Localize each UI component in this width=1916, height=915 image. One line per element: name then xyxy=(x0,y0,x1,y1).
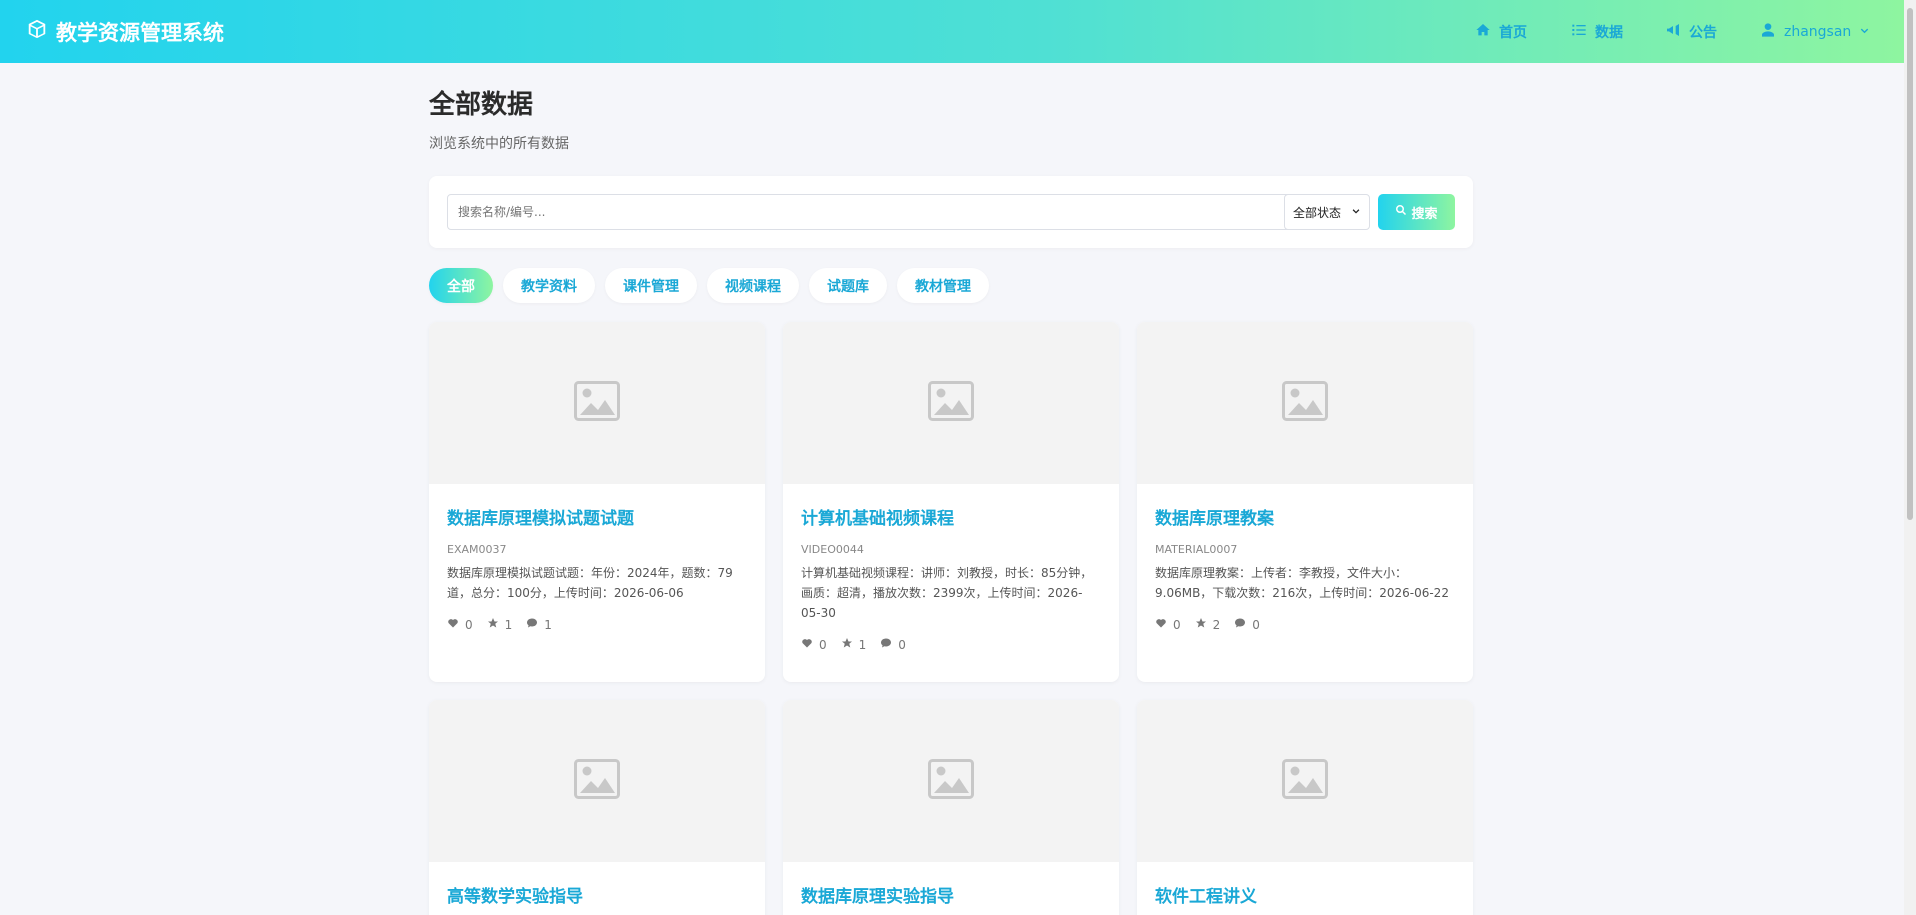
heart-icon xyxy=(801,637,813,652)
nav-home-label: 首页 xyxy=(1499,24,1527,41)
favorite-stat[interactable]: 1 xyxy=(487,617,513,632)
card-code: EXAM0037 xyxy=(447,543,507,556)
card-description: 数据库原理教案：上传者：李教授，文件大小：9.06MB，下载次数：216次，上传… xyxy=(1155,566,1449,600)
card-image-placeholder xyxy=(429,700,765,862)
comment-icon xyxy=(1234,617,1246,632)
image-icon xyxy=(928,759,974,803)
category-tabs: 全部 教学资料 课件管理 视频课程 试题库 教材管理 xyxy=(429,268,989,303)
page-scrollbar[interactable] xyxy=(1904,0,1916,915)
comment-icon xyxy=(880,637,892,652)
image-icon xyxy=(574,759,620,803)
heart-icon xyxy=(1155,617,1167,632)
resource-card[interactable]: 软件工程讲义 xyxy=(1137,700,1473,915)
favorite-stat[interactable]: 2 xyxy=(1195,617,1221,632)
image-icon xyxy=(574,381,620,425)
brand[interactable]: 教学资源管理系统 xyxy=(26,0,224,63)
image-icon xyxy=(1282,759,1328,803)
image-icon xyxy=(928,381,974,425)
resource-card[interactable]: 高等数学实验指导 xyxy=(429,700,765,915)
resource-card[interactable]: 数据库原理教案 MATERIAL0007 数据库原理教案：上传者：李教授，文件大… xyxy=(1137,322,1473,682)
card-image-placeholder xyxy=(1137,322,1473,484)
card-stats: 0 1 0 xyxy=(801,637,1101,652)
like-stat[interactable]: 0 xyxy=(801,637,827,652)
status-select-value: 全部状态 xyxy=(1293,205,1342,220)
card-image-placeholder xyxy=(783,700,1119,862)
card-description: 计算机基础视频课程：讲师：刘教授，时长：85分钟，画质：超清，播放次数：2399… xyxy=(801,566,1093,620)
heart-icon xyxy=(447,617,459,632)
image-icon xyxy=(1282,381,1328,425)
favorite-stat[interactable]: 1 xyxy=(841,637,867,652)
nav-home[interactable]: 首页 xyxy=(1475,22,1527,42)
chevron-down-icon xyxy=(1351,205,1361,219)
card-description: 数据库原理模拟试题试题：年份：2024年，题数：79道，总分：100分，上传时间… xyxy=(447,566,733,600)
scrollbar-thumb[interactable] xyxy=(1907,8,1913,520)
category-tab-courseware[interactable]: 课件管理 xyxy=(605,268,697,303)
favorite-count: 1 xyxy=(858,637,867,652)
page-subtitle: 浏览系统中的所有数据 xyxy=(429,136,569,152)
list-icon xyxy=(1571,22,1587,42)
card-code: MATERIAL0007 xyxy=(1155,543,1238,556)
like-count: 0 xyxy=(465,617,473,632)
comment-count: 1 xyxy=(544,617,552,632)
user-menu[interactable]: zhangsan xyxy=(1760,22,1870,42)
comment-icon xyxy=(526,617,538,632)
favorite-count: 2 xyxy=(1212,617,1221,632)
cube-icon xyxy=(26,18,48,45)
favorite-count: 1 xyxy=(504,617,513,632)
comment-count: 0 xyxy=(1252,617,1260,632)
card-title[interactable]: 高等数学实验指导 xyxy=(447,882,747,907)
card-title[interactable]: 数据库原理教案 xyxy=(1155,504,1455,529)
like-stat[interactable]: 0 xyxy=(1155,617,1181,632)
card-title[interactable]: 数据库原理实验指导 xyxy=(801,882,1101,907)
search-icon xyxy=(1395,204,1407,220)
page-title: 全部数据 xyxy=(429,90,534,120)
card-image-placeholder xyxy=(783,322,1119,484)
category-tab-textbooks[interactable]: 教材管理 xyxy=(897,268,989,303)
nav-notice[interactable]: 公告 xyxy=(1665,22,1717,42)
chevron-down-icon xyxy=(1859,24,1870,40)
comment-stat[interactable]: 0 xyxy=(880,637,906,652)
username: zhangsan xyxy=(1784,23,1852,40)
search-panel: 全部状态 搜索 xyxy=(429,176,1473,248)
comment-stat[interactable]: 1 xyxy=(526,617,552,632)
search-input[interactable] xyxy=(447,194,1304,230)
nav-notice-label: 公告 xyxy=(1689,24,1717,41)
category-tab-materials[interactable]: 教学资料 xyxy=(503,268,595,303)
nav-data[interactable]: 数据 xyxy=(1571,22,1623,42)
like-count: 0 xyxy=(1173,617,1181,632)
like-stat[interactable]: 0 xyxy=(447,617,473,632)
resource-card[interactable]: 计算机基础视频课程 VIDEO0044 计算机基础视频课程：讲师：刘教授，时长：… xyxy=(783,322,1119,682)
nav-data-label: 数据 xyxy=(1595,24,1623,41)
star-icon xyxy=(1195,617,1207,632)
home-icon xyxy=(1475,22,1491,42)
card-stats: 0 2 0 xyxy=(1155,617,1455,632)
card-image-placeholder xyxy=(1137,700,1473,862)
star-icon xyxy=(841,637,853,652)
card-code: VIDEO0044 xyxy=(801,543,864,556)
star-icon xyxy=(487,617,499,632)
like-count: 0 xyxy=(819,637,827,652)
card-title[interactable]: 计算机基础视频课程 xyxy=(801,504,1101,529)
resource-card[interactable]: 数据库原理模拟试题试题 EXAM0037 数据库原理模拟试题试题：年份：2024… xyxy=(429,322,765,682)
status-select[interactable]: 全部状态 xyxy=(1284,194,1370,230)
comment-count: 0 xyxy=(898,637,906,652)
card-title[interactable]: 数据库原理模拟试题试题 xyxy=(447,504,747,529)
search-button[interactable]: 搜索 xyxy=(1378,194,1455,230)
resource-card[interactable]: 数据库原理实验指导 xyxy=(783,700,1119,915)
card-title[interactable]: 软件工程讲义 xyxy=(1155,882,1455,907)
user-icon xyxy=(1760,22,1776,42)
category-tab-all[interactable]: 全部 xyxy=(429,268,493,303)
category-tab-exams[interactable]: 试题库 xyxy=(809,268,887,303)
top-navbar: 教学资源管理系统 首页 数据 公告 zhangsan xyxy=(0,0,1904,63)
card-stats: 0 1 1 xyxy=(447,617,747,632)
category-tab-video[interactable]: 视频课程 xyxy=(707,268,799,303)
comment-stat[interactable]: 0 xyxy=(1234,617,1260,632)
megaphone-icon xyxy=(1665,22,1681,42)
search-button-label: 搜索 xyxy=(1411,206,1438,222)
card-image-placeholder xyxy=(429,322,765,484)
brand-title: 教学资源管理系统 xyxy=(56,20,224,45)
